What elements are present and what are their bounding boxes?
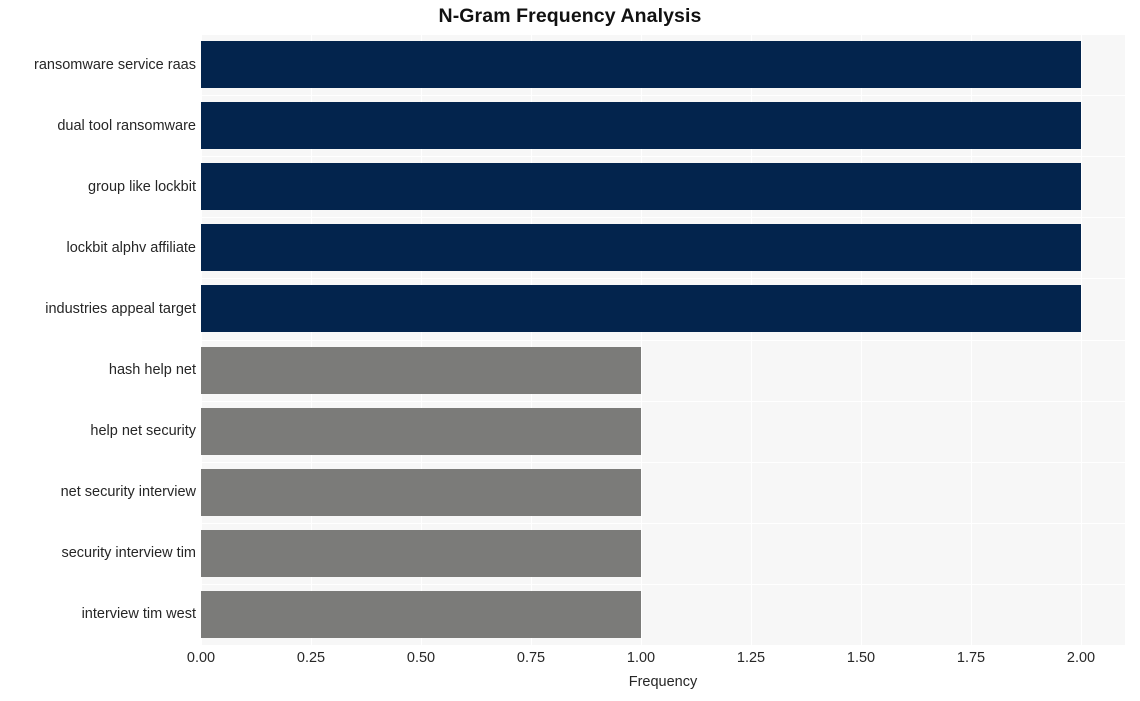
gridline-horizontal [201, 217, 1125, 219]
gridline-horizontal [201, 522, 1125, 524]
x-axis-tick-label: 1.50 [846, 650, 876, 666]
gridline-horizontal [201, 583, 1125, 585]
gridline-horizontal [201, 278, 1125, 280]
y-axis-tick-label: ransomware service raas [34, 56, 196, 73]
y-axis-tick-label: interview tim west [81, 606, 196, 623]
y-axis-tick-labels: ransomware service raas dual tool ransomw… [0, 34, 196, 645]
x-axis-tick-labels: 0.00 0.25 0.50 0.75 1.00 1.25 1.50 1.75 2.00 [187, 650, 1125, 670]
x-axis-tick-label: 0.75 [516, 650, 546, 666]
bar[interactable] [201, 529, 641, 577]
gridline-horizontal [201, 400, 1125, 402]
plot-area [201, 34, 1125, 645]
x-axis-tick-label: 0.50 [406, 650, 436, 666]
bar[interactable] [201, 407, 641, 455]
y-axis-tick-label: net security interview [60, 484, 196, 501]
bar[interactable] [201, 224, 1081, 272]
bar[interactable] [201, 41, 1081, 89]
bar[interactable] [201, 102, 1081, 150]
x-axis-tick-label: 0.25 [296, 650, 326, 666]
x-axis-tick-label: 1.25 [736, 650, 766, 666]
y-axis-tick-label: security interview tim [61, 545, 196, 562]
x-axis-tick-label: 1.75 [956, 650, 986, 666]
gridline-horizontal [201, 95, 1125, 97]
gridline-horizontal [201, 34, 1125, 35]
y-axis-tick-label: dual tool ransomware [57, 117, 196, 134]
bar[interactable] [201, 285, 1081, 333]
x-axis-tick-label: 1.00 [626, 650, 656, 666]
y-axis-tick-label: hash help net [108, 362, 196, 379]
bar[interactable] [201, 468, 641, 516]
y-axis-tick-label: industries appeal target [45, 300, 196, 317]
gridline-horizontal [201, 339, 1125, 341]
gridline-horizontal [201, 156, 1125, 158]
bar[interactable] [201, 163, 1081, 211]
bar[interactable] [201, 346, 641, 394]
y-axis-tick-label: group like lockbit [88, 178, 196, 195]
x-axis-tick-label: 0.00 [186, 650, 216, 666]
bar[interactable] [201, 590, 641, 638]
y-axis-tick-label: lockbit alphv affiliate [66, 239, 196, 256]
x-axis-tick-label: 2.00 [1066, 650, 1096, 666]
gridline-horizontal [201, 461, 1125, 463]
chart-title: N-Gram Frequency Analysis [438, 5, 702, 27]
chart-figure: N-Gram Frequency Analysis ransomware ser… [0, 0, 1140, 701]
y-axis-tick-label: help net security [90, 423, 196, 440]
x-axis-title: Frequency [628, 674, 698, 690]
